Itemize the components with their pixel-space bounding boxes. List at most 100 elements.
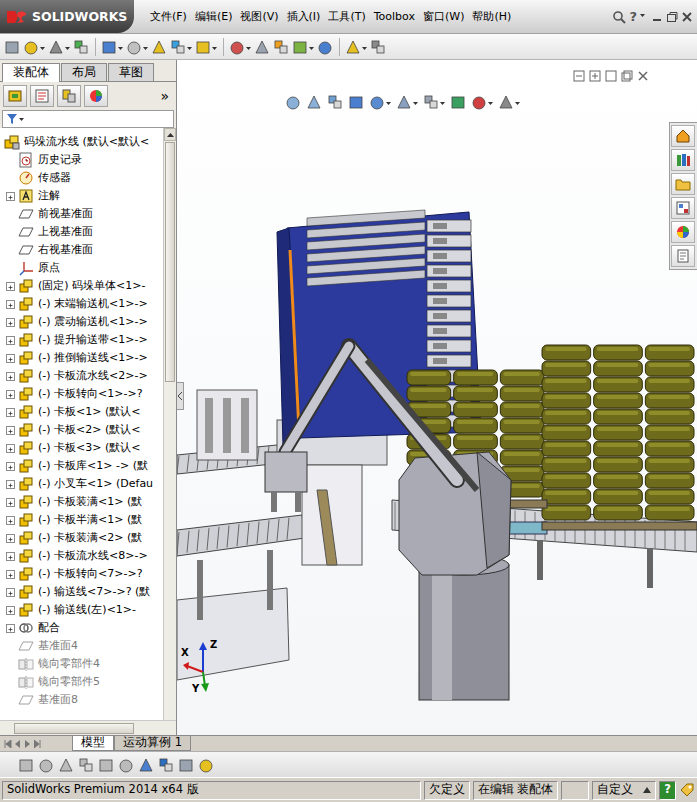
display-tool-icon[interactable]: [158, 757, 175, 773]
last-tab-icon[interactable]: [34, 740, 42, 748]
expand-toggle[interactable]: [6, 444, 15, 453]
vertical-scrollbar[interactable]: [163, 128, 176, 720]
view-tool-icon[interactable]: [327, 94, 344, 110]
restore-icon[interactable]: [666, 11, 678, 23]
tree-item[interactable]: (固定) 码垛单体<1>-: [0, 277, 163, 295]
tree-label[interactable]: 码垛流水线 (默认<默认<: [24, 135, 149, 148]
expand-toggle[interactable]: [6, 480, 15, 489]
tree-label[interactable]: 基准面4: [38, 639, 78, 652]
tree-item[interactable]: (-) 卡板<1> (默认<: [0, 403, 163, 421]
expand-toggle[interactable]: [6, 426, 15, 435]
tree-item[interactable]: 原点: [0, 259, 163, 277]
toolbar-button-icon[interactable]: [229, 39, 252, 55]
toolbar-button-icon[interactable]: [4, 39, 21, 55]
display-tool-icon[interactable]: [198, 757, 215, 773]
tree-item[interactable]: (-) 输送线(左)<1>-: [0, 601, 163, 619]
tree-item[interactable]: (-) 卡板转向<7>->?: [0, 565, 163, 583]
toolbar-button-icon[interactable]: [48, 39, 71, 55]
display-tool-icon[interactable]: [98, 757, 115, 773]
view-tool-icon[interactable]: [369, 94, 392, 110]
tree-label[interactable]: (-) 卡板半满<1> (默: [38, 513, 142, 526]
tree-label[interactable]: (-) 输送线<7>->? (默: [38, 585, 150, 598]
display-tool-icon[interactable]: [78, 757, 95, 773]
expand-toggle[interactable]: [6, 588, 15, 597]
tree-item[interactable]: 配合: [0, 619, 163, 637]
tree-item[interactable]: 码垛流水线 (默认<默认<: [0, 133, 163, 151]
toolbar-button-icon[interactable]: [195, 39, 218, 55]
tree-label[interactable]: 镜向零部件4: [38, 657, 100, 670]
tree-label[interactable]: (固定) 码垛单体<1>-: [38, 279, 145, 292]
menu-item[interactable]: 编辑(E): [191, 10, 237, 23]
expand-toggle[interactable]: [6, 390, 15, 399]
tree-label[interactable]: (-) 卡板<3> (默认<: [38, 441, 141, 454]
view-tool-icon[interactable]: [423, 94, 446, 110]
scroll-thumb[interactable]: [14, 723, 134, 734]
toolbar-button-icon[interactable]: [101, 39, 124, 55]
tree-item[interactable]: (-) 卡板流水线<8>->: [0, 547, 163, 565]
menu-item[interactable]: 帮助(H): [468, 10, 515, 23]
view-tool-icon[interactable]: [471, 94, 494, 110]
tree-item[interactable]: (-) 提升输送带<1>->: [0, 331, 163, 349]
filter-icon[interactable]: [6, 113, 26, 125]
expand-toggle[interactable]: [6, 282, 15, 291]
next-tab-icon[interactable]: [24, 740, 32, 748]
first-tab-icon[interactable]: [4, 740, 12, 748]
tree-item[interactable]: (-) 小叉车<1> (Defau: [0, 475, 163, 493]
tree-label[interactable]: (-) 推倒输送线<1>->: [38, 351, 148, 364]
prev-tab-icon[interactable]: [14, 740, 22, 748]
task-pane-tab[interactable]: [671, 221, 695, 243]
task-pane-tab[interactable]: [671, 197, 695, 219]
toolbar-button-icon[interactable]: [370, 39, 387, 55]
tree-label[interactable]: 前视基准面: [38, 207, 93, 220]
dropdown-icon[interactable]: [640, 14, 648, 20]
close-icon[interactable]: [681, 11, 693, 23]
tag-icon[interactable]: [679, 782, 695, 798]
expand-toggle[interactable]: [6, 372, 15, 381]
tree-label[interactable]: 原点: [38, 261, 60, 274]
tree-item[interactable]: 基准面8: [0, 691, 163, 709]
tree-label[interactable]: (-) 卡板<2> (默认<: [38, 423, 141, 436]
help-button[interactable]: ?: [629, 9, 637, 25]
tree-item[interactable]: 镜向零部件5: [0, 673, 163, 691]
tree-label[interactable]: (-) 卡板流水线<2>->: [38, 369, 148, 382]
tree-label[interactable]: (-) 卡板转向<1>->?: [38, 387, 143, 400]
tree-item[interactable]: (-) 推倒输送线<1>->: [0, 349, 163, 367]
task-pane-tab[interactable]: [671, 245, 695, 267]
menu-item[interactable]: 窗口(W): [419, 10, 468, 23]
task-pane-tab[interactable]: [671, 173, 695, 195]
display-tool-icon[interactable]: [178, 757, 195, 773]
tree-label[interactable]: (-) 卡板转向<7>->?: [38, 567, 143, 580]
tree-label[interactable]: (-) 卡板库<1> -> (默: [38, 459, 148, 472]
toolbar-button-icon[interactable]: [151, 39, 168, 55]
expand-toggle[interactable]: [6, 300, 15, 309]
menu-item[interactable]: 文件(F): [146, 10, 191, 23]
tile-icon[interactable]: [573, 70, 585, 82]
expand-toggle[interactable]: [6, 552, 15, 561]
tree-item[interactable]: (-) 卡板<2> (默认<: [0, 421, 163, 439]
tree-label[interactable]: (-) 卡板流水线<8>->: [38, 549, 148, 562]
menu-item[interactable]: 视图(V): [236, 10, 282, 23]
close-icon[interactable]: [637, 70, 649, 82]
model-tab[interactable]: 模型: [72, 736, 114, 751]
tree-item[interactable]: 上视基准面: [0, 223, 163, 241]
tree-item[interactable]: (-) 卡板流水线<2>->: [0, 367, 163, 385]
tree-item[interactable]: (-) 末端输送机<1>->: [0, 295, 163, 313]
display-tool-icon[interactable]: [58, 757, 75, 773]
tree-item[interactable]: 右视基准面: [0, 241, 163, 259]
toolbar-button-icon[interactable]: [126, 39, 149, 55]
minimize-icon[interactable]: [651, 11, 663, 23]
toolbar-button-icon[interactable]: [292, 39, 315, 55]
manager-tab[interactable]: [57, 85, 81, 107]
tree-label[interactable]: 注解: [38, 189, 60, 202]
horizontal-scrollbar[interactable]: [0, 720, 176, 735]
menu-item[interactable]: 插入(I): [283, 10, 325, 23]
toolbar-button-icon[interactable]: [254, 39, 271, 55]
units-label[interactable]: 自定义: [597, 783, 633, 797]
display-tool-icon[interactable]: [138, 757, 155, 773]
manager-tab[interactable]: [30, 85, 54, 107]
expand-toggle[interactable]: [6, 516, 15, 525]
units-selector[interactable]: 自定义: [592, 781, 656, 800]
expand-toggle[interactable]: [6, 192, 15, 201]
toolbar-button-icon[interactable]: [345, 39, 368, 55]
tree-item[interactable]: 传感器: [0, 169, 163, 187]
